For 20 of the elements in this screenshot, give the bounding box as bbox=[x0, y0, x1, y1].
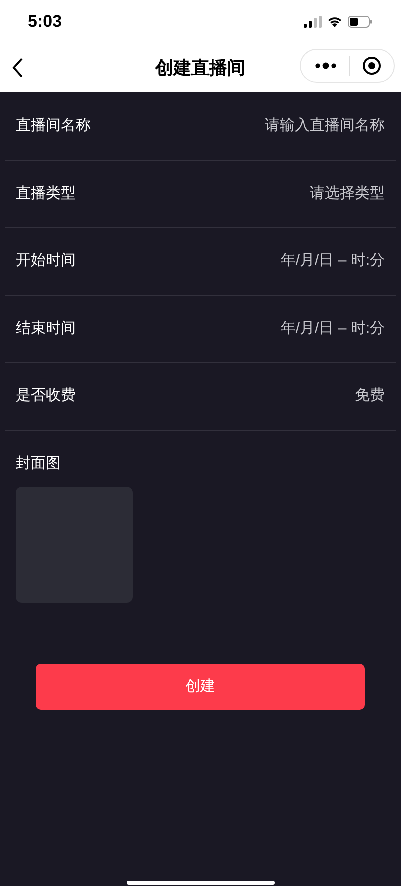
page-title: 创建直播间 bbox=[156, 56, 246, 80]
status-time: 5:03 bbox=[28, 11, 62, 34]
input-field[interactable]: 请输入直播间名称 bbox=[185, 114, 385, 137]
field-label: 开始时间 bbox=[16, 251, 76, 271]
wifi-icon bbox=[327, 16, 343, 28]
picker-value[interactable]: 年/月/日 – 时:分 bbox=[280, 250, 385, 272]
field-label: 结束时间 bbox=[16, 318, 76, 338]
field-label: 直播类型 bbox=[16, 184, 76, 204]
back-icon[interactable] bbox=[12, 57, 24, 79]
picker-value[interactable]: 请选择类型 bbox=[310, 182, 385, 205]
create-button[interactable]: 创建 bbox=[36, 664, 365, 710]
field-label: 是否收费 bbox=[16, 386, 76, 406]
picker-value[interactable]: 年/月/日 – 时:分 bbox=[280, 318, 385, 340]
close-miniprogram-icon[interactable] bbox=[362, 56, 382, 76]
picker-value[interactable]: 免费 bbox=[355, 385, 385, 408]
field-label: 直播间名称 bbox=[16, 116, 91, 136]
cover-label: 封面图 bbox=[16, 454, 61, 474]
battery-icon bbox=[348, 16, 373, 28]
more-icon[interactable] bbox=[315, 62, 337, 70]
signal-icon bbox=[304, 16, 322, 28]
